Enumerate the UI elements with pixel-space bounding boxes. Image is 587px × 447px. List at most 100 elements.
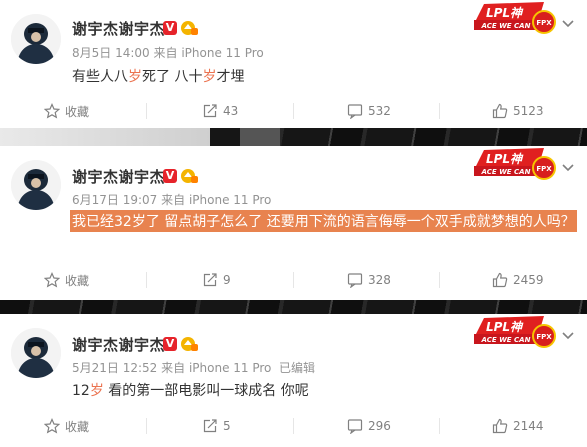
- chevron-down-icon[interactable]: [560, 327, 576, 343]
- like-count: 5123: [513, 104, 544, 118]
- like-count: 2144: [513, 419, 544, 433]
- repost-count: 5: [223, 419, 231, 433]
- avatar[interactable]: [11, 160, 61, 210]
- post-content: 12岁 看的第一部电影叫一球成名 你呢: [72, 380, 309, 400]
- avatar[interactable]: [11, 14, 61, 64]
- post-source: 来自 iPhone 11 Pro: [161, 193, 272, 207]
- repost-icon: [203, 273, 217, 287]
- repost-button[interactable]: 5: [202, 408, 231, 444]
- favorite-label: 收藏: [65, 419, 90, 434]
- post-meta: 8月5日 14:00 来自 iPhone 11 Pro: [72, 44, 264, 61]
- member-badge-icon[interactable]: [180, 168, 198, 184]
- content-text: 有些人八: [72, 69, 128, 85]
- comment-icon: [347, 419, 363, 434]
- star-icon: [44, 272, 60, 288]
- logo-subtitle: ACE WE CAN: [481, 336, 531, 344]
- background-strip: [0, 128, 587, 146]
- content-text: 看的第一部电影叫一球成名 你呢: [103, 383, 309, 399]
- comment-count: 532: [368, 104, 391, 118]
- divider: [439, 418, 440, 434]
- repost-count: 43: [223, 104, 239, 118]
- verified-icon: V: [163, 337, 177, 351]
- post-card: 谢宇杰谢宇杰 V 5月21日 12:52 来自 iPhone 11 Pro 已编…: [0, 314, 587, 447]
- favorite-label: 收藏: [65, 273, 90, 288]
- star-icon: [44, 103, 60, 119]
- comment-icon: [347, 273, 363, 288]
- post-date[interactable]: 5月21日 12:52: [72, 361, 157, 375]
- avatar[interactable]: [11, 328, 61, 378]
- content-text: 才埋: [216, 69, 245, 85]
- chevron-down-icon[interactable]: [560, 15, 576, 31]
- strip-texture: [0, 300, 587, 314]
- edited-label[interactable]: 已编辑: [279, 361, 315, 375]
- chevron-down-icon[interactable]: [560, 159, 576, 175]
- action-bar: 收藏 43 532 5123: [0, 93, 587, 129]
- divider: [293, 103, 294, 119]
- logo-subtitle: ACE WE CAN: [481, 168, 531, 176]
- post-source: 来自 iPhone 11 Pro: [153, 46, 264, 60]
- content-keyword: 岁: [202, 69, 217, 85]
- divider: [293, 418, 294, 434]
- logo-badge: FPX: [536, 19, 552, 27]
- thumbs-up-icon: [492, 103, 508, 119]
- post-date[interactable]: 8月5日 14:00: [72, 46, 150, 60]
- favorite-button[interactable]: 收藏: [44, 262, 89, 298]
- comment-button[interactable]: 328: [347, 262, 391, 298]
- post-meta: 5月21日 12:52 来自 iPhone 11 Pro 已编辑: [72, 359, 315, 376]
- post-content: 有些人八岁死了 八十岁才埋: [72, 66, 244, 86]
- divider: [146, 103, 147, 119]
- divider: [146, 272, 147, 288]
- post-source: 来自 iPhone 11 Pro: [161, 361, 272, 375]
- author-name[interactable]: 谢宇杰谢宇杰: [72, 18, 165, 39]
- author-name[interactable]: 谢宇杰谢宇杰: [72, 334, 165, 355]
- thumbs-up-icon: [492, 418, 508, 434]
- repost-count: 9: [223, 273, 231, 287]
- verified-icon: V: [163, 169, 177, 183]
- post-card: 谢宇杰谢宇杰 V 6月17日 19:07 来自 iPhone 11 Pro 我已…: [0, 146, 587, 300]
- comment-button[interactable]: 532: [347, 93, 391, 129]
- comment-count: 328: [368, 273, 391, 287]
- favorite-button[interactable]: 收藏: [44, 93, 89, 129]
- lpl-fpx-logo: LPL神 ACE WE CAN FPX: [474, 316, 556, 348]
- lpl-fpx-logo: LPL神 ACE WE CAN FPX: [474, 148, 556, 180]
- logo-title: LPL神: [486, 152, 524, 166]
- repost-icon: [203, 419, 217, 433]
- member-badge-icon[interactable]: [180, 336, 198, 352]
- divider: [439, 272, 440, 288]
- thumbs-up-icon: [492, 272, 508, 288]
- logo-badge: FPX: [536, 333, 552, 341]
- content-keyword: 岁: [89, 383, 104, 399]
- comment-count: 296: [368, 419, 391, 433]
- content-text: 死了 八十: [142, 69, 203, 85]
- logo-title: LPL神: [486, 320, 524, 334]
- repost-button[interactable]: 9: [202, 262, 231, 298]
- lpl-fpx-logo: LPL神 ACE WE CAN FPX: [474, 2, 556, 34]
- divider: [293, 272, 294, 288]
- divider: [146, 418, 147, 434]
- strip-highlight: [0, 128, 210, 146]
- content-text: 12: [72, 383, 90, 399]
- logo-subtitle: ACE WE CAN: [481, 22, 531, 30]
- star-icon: [44, 418, 60, 434]
- repost-button[interactable]: 43: [202, 93, 238, 129]
- post-meta: 6月17日 19:07 来自 iPhone 11 Pro: [72, 191, 271, 208]
- member-badge-icon[interactable]: [180, 20, 198, 36]
- background-strip: [0, 300, 587, 314]
- favorite-button[interactable]: 收藏: [44, 408, 89, 444]
- strip-shade: [240, 128, 280, 146]
- like-count: 2459: [513, 273, 544, 287]
- like-button[interactable]: 2459: [492, 262, 544, 298]
- comment-icon: [347, 104, 363, 119]
- logo-badge: FPX: [536, 165, 552, 173]
- like-button[interactable]: 5123: [492, 93, 544, 129]
- logo-title: LPL神: [486, 6, 524, 20]
- verified-icon: V: [163, 21, 177, 35]
- post-content: 我已经32岁了 留点胡子怎么了 还要用下流的语言侮辱一个双手成就梦想的人吗？: [70, 210, 577, 232]
- comment-button[interactable]: 296: [347, 408, 391, 444]
- content-keyword: 岁: [128, 69, 142, 85]
- like-button[interactable]: 2144: [492, 408, 544, 444]
- divider: [439, 103, 440, 119]
- post-card: 谢宇杰谢宇杰 V 8月5日 14:00 来自 iPhone 11 Pro 有些人…: [0, 0, 587, 128]
- post-date[interactable]: 6月17日 19:07: [72, 193, 157, 207]
- author-name[interactable]: 谢宇杰谢宇杰: [72, 166, 165, 187]
